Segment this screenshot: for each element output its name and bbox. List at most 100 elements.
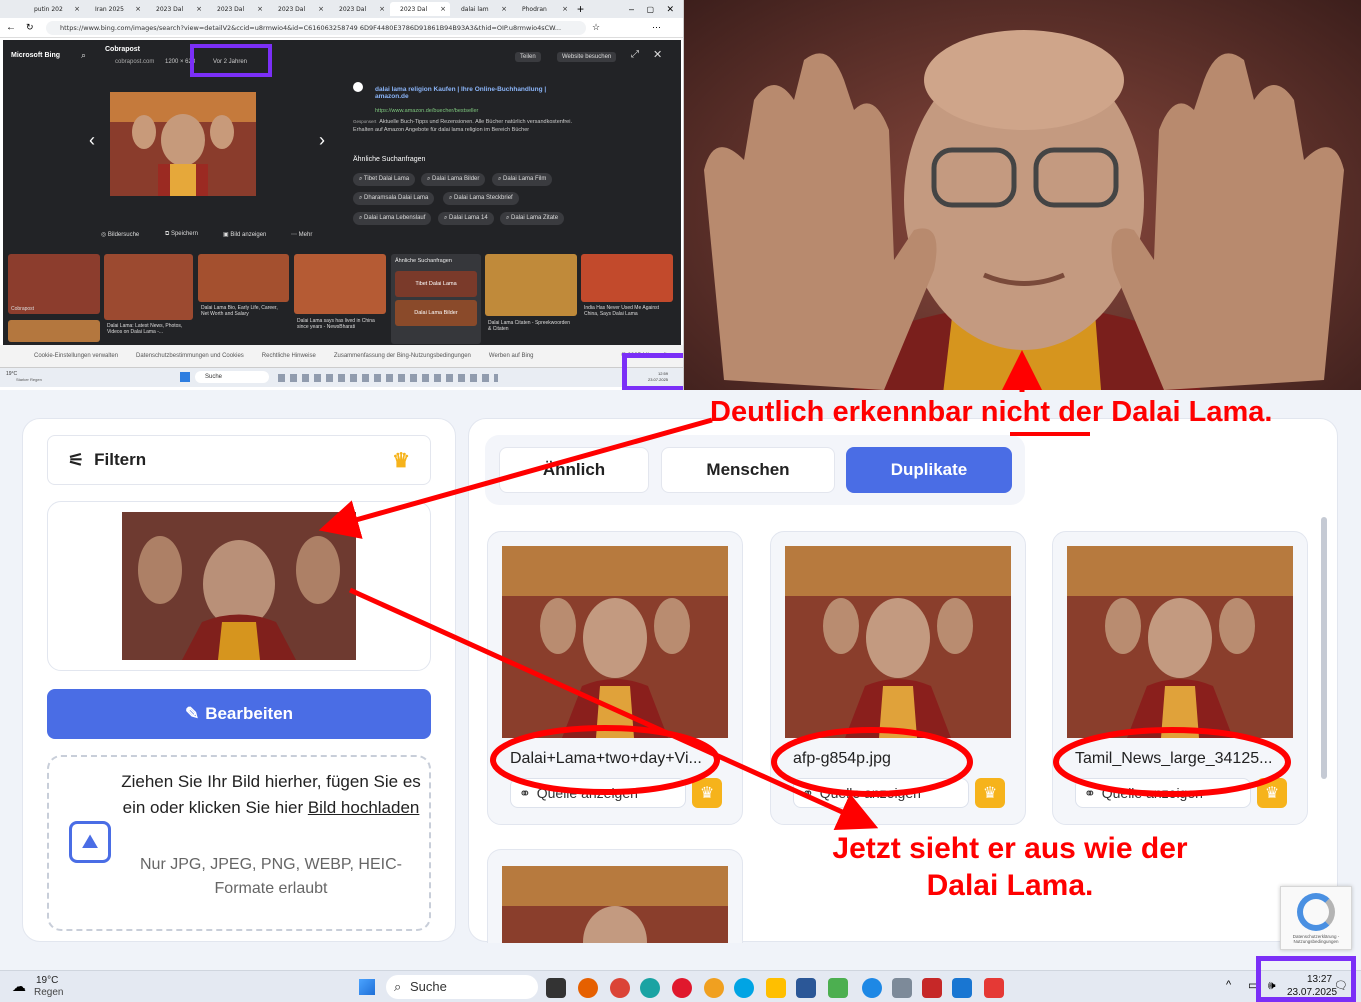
- ad-title[interactable]: dalai lama religion Kaufen | Ihre Online…: [375, 86, 575, 100]
- close-icon[interactable]: ×: [257, 5, 263, 13]
- app-icon[interactable]: [952, 978, 972, 998]
- search-icon[interactable]: ⌕: [81, 50, 86, 61]
- tab-people[interactable]: Menschen: [661, 447, 835, 493]
- thumbnail[interactable]: [8, 320, 100, 342]
- footer-link[interactable]: Zusammenfassung der Bing-Nutzungsbedingu…: [334, 353, 471, 359]
- close-icon[interactable]: ×: [135, 5, 141, 13]
- close-icon[interactable]: ×: [379, 5, 385, 13]
- premium-crown-icon[interactable]: ♛: [1257, 778, 1287, 808]
- stack-icon[interactable]: [828, 978, 848, 998]
- related-tile-item[interactable]: Tibet Dalai Lama: [395, 271, 477, 297]
- filter-button[interactable]: ⚟ Filtern ♛: [47, 435, 431, 485]
- next-arrow-icon[interactable]: ›: [319, 130, 325, 151]
- footer-link[interactable]: Datenschutzbestimmungen und Cookies: [136, 353, 244, 359]
- related-searches-tile[interactable]: Ähnliche Suchanfragen Tibet Dalai Lama D…: [391, 254, 481, 344]
- browser-tab[interactable]: 2023 Dal ×: [207, 2, 267, 16]
- source-name[interactable]: Cobrapost: [105, 46, 140, 53]
- browser-tab[interactable]: dalai lam ×: [451, 2, 511, 16]
- thumbnail[interactable]: [485, 254, 577, 316]
- chrome-icon[interactable]: [610, 978, 630, 998]
- close-icon[interactable]: ×: [196, 5, 202, 13]
- star-icon[interactable]: ☆: [592, 22, 600, 33]
- mini-search-box[interactable]: Suche: [195, 371, 269, 383]
- upload-dropzone[interactable]: ⛰ Ziehen Sie Ihr Bild hierher, fügen Sie…: [47, 755, 431, 931]
- ad-url[interactable]: https://www.amazon.de/buecher/bestseller: [375, 108, 478, 114]
- upload-link[interactable]: Bild hochladen: [308, 798, 420, 817]
- bing-logo[interactable]: Microsoft Bing: [11, 52, 60, 59]
- related-chip[interactable]: ⌕ Tibet Dalai Lama: [353, 173, 416, 186]
- prev-arrow-icon[interactable]: ‹: [89, 130, 95, 151]
- related-chip[interactable]: ⌕ Dharamsala Dalai Lama: [353, 192, 435, 205]
- related-chip[interactable]: ⌕ Dalai Lama Film: [492, 173, 553, 186]
- refresh-icon[interactable]: ↻: [26, 22, 34, 33]
- close-icon[interactable]: ×: [74, 5, 80, 13]
- app-icon[interactable]: [892, 978, 912, 998]
- tab-similar[interactable]: Ähnlich: [499, 447, 649, 493]
- url-field[interactable]: https://www.bing.com/images/search?view=…: [46, 21, 586, 35]
- premium-crown-icon[interactable]: ♛: [692, 778, 722, 808]
- back-icon[interactable]: ←: [6, 22, 16, 33]
- minimize-icon[interactable]: –: [629, 4, 634, 14]
- related-chip[interactable]: ⌕ Dalai Lama Bilder: [421, 173, 486, 186]
- close-icon[interactable]: ×: [440, 5, 446, 13]
- opera-icon[interactable]: [672, 978, 692, 998]
- browser-tab-active[interactable]: 2023 Dal ×: [390, 2, 450, 16]
- firefox-icon[interactable]: [578, 978, 598, 998]
- show-source-button[interactable]: ⚭ Quelle anzeigen: [1075, 778, 1251, 808]
- weather-icon[interactable]: ☁: [12, 978, 26, 995]
- browser-tab[interactable]: 2023 Dal ×: [329, 2, 389, 16]
- result-card[interactable]: [487, 849, 743, 943]
- browser-tab[interactable]: putin 202 ×: [24, 2, 84, 16]
- browser-tab[interactable]: Iran 2025 ×: [85, 2, 145, 16]
- thumbnail[interactable]: [294, 254, 386, 314]
- result-card[interactable]: Dalai+Lama+two+day+Vi... ⚭ Quelle anzeige…: [487, 531, 743, 825]
- related-chip[interactable]: ⌕ Dalai Lama Zitate: [500, 212, 565, 225]
- footer-link[interactable]: Werben auf Bing: [489, 353, 534, 359]
- footer-link[interactable]: Cookie-Einstellungen verwalten: [34, 353, 118, 359]
- windows-start-icon[interactable]: [359, 979, 375, 995]
- thumbnail[interactable]: [198, 254, 289, 302]
- source-url[interactable]: cobrapost.com: [115, 59, 154, 65]
- close-icon[interactable]: ×: [501, 5, 507, 13]
- edge-icon[interactable]: [640, 978, 660, 998]
- scrollbar[interactable]: [1321, 517, 1327, 779]
- files-icon[interactable]: [766, 978, 786, 998]
- related-chip[interactable]: ⌕ Dalai Lama Steckbrief: [443, 192, 519, 205]
- app-icon[interactable]: [922, 978, 942, 998]
- thumbnail[interactable]: [104, 254, 193, 320]
- edit-button[interactable]: ✎ Bearbeiten: [47, 689, 431, 739]
- more-action[interactable]: ⋯ Mehr: [291, 231, 312, 238]
- related-tile-item[interactable]: Dalai Lama Bilder: [395, 300, 477, 326]
- show-source-button[interactable]: ⚭ Quelle anzeigen: [793, 778, 969, 808]
- visual-search-action[interactable]: ◎ Bildersuche: [101, 231, 139, 238]
- share-button[interactable]: Teilen: [515, 52, 541, 62]
- browser-tab[interactable]: 2023 Dal ×: [268, 2, 328, 16]
- recaptcha-badge[interactable]: Datenschutzerklärung - Nutzungsbedingung…: [1280, 886, 1352, 950]
- taskbar-search-box[interactable]: ⌕ Suche: [386, 975, 538, 999]
- maximize-icon[interactable]: ▢: [646, 5, 654, 14]
- related-chip[interactable]: ⌕ Dalai Lama 14: [438, 212, 494, 225]
- app-icon[interactable]: [862, 978, 882, 998]
- expand-icon[interactable]: ⤢: [631, 49, 639, 60]
- task-view-icon[interactable]: [546, 978, 566, 998]
- close-icon[interactable]: ×: [562, 5, 568, 13]
- browser-tab[interactable]: Phodran ×: [512, 2, 572, 16]
- skype-icon[interactable]: [734, 978, 754, 998]
- thumbnail[interactable]: [581, 254, 673, 302]
- close-window-icon[interactable]: ✕: [666, 4, 674, 15]
- browser-tab[interactable]: 2023 Dal ×: [146, 2, 206, 16]
- related-chip[interactable]: ⌕ Dalai Lama Lebenslauf: [353, 212, 432, 225]
- close-icon[interactable]: ×: [318, 5, 324, 13]
- vivaldi-icon[interactable]: [704, 978, 724, 998]
- word-icon[interactable]: [796, 978, 816, 998]
- result-card[interactable]: afp-g854p.jpg ⚭ Quelle anzeigen ♛: [770, 531, 1026, 825]
- result-card[interactable]: Tamil_News_large_34125... ⚭ Quelle anzeig…: [1052, 531, 1308, 825]
- visit-website-button[interactable]: Website besuchen: [557, 52, 617, 62]
- chevron-up-icon[interactable]: ^: [1226, 979, 1231, 991]
- windows-start-icon[interactable]: [180, 372, 190, 382]
- close-icon[interactable]: ✕: [653, 48, 662, 61]
- footer-link[interactable]: Rechtliche Hinweise: [262, 353, 316, 359]
- new-tab-icon[interactable]: +: [577, 2, 584, 16]
- premium-crown-icon[interactable]: ♛: [975, 778, 1005, 808]
- save-action[interactable]: ⧉ Speichern: [165, 231, 198, 238]
